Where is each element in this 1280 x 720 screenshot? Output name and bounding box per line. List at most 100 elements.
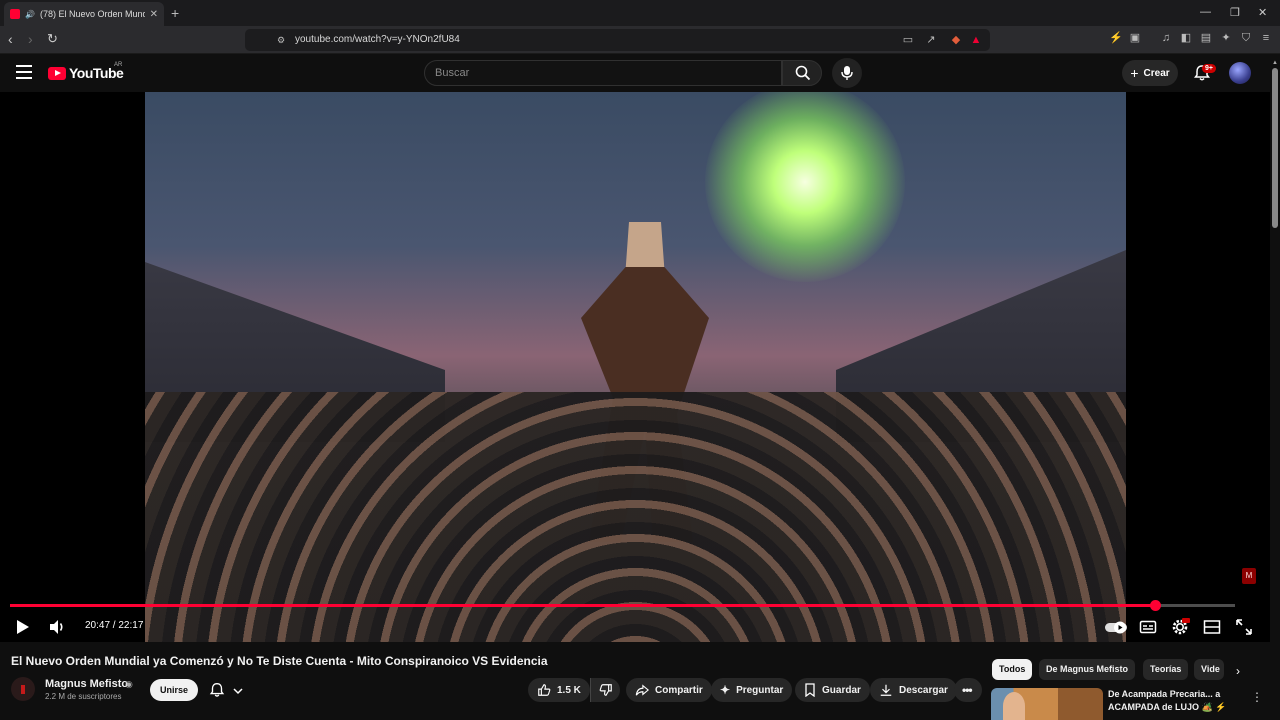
progress-bar-fill: [10, 604, 1156, 607]
bell-icon: [209, 683, 225, 697]
fullscreen-icon[interactable]: [1234, 617, 1254, 637]
download-button[interactable]: Descargar: [870, 678, 957, 702]
chip-teorias[interactable]: Teorías: [1143, 659, 1189, 680]
more-horizontal-icon: •••: [962, 683, 973, 697]
screenshot-icon[interactable]: ▣: [1129, 32, 1141, 44]
subscription-notifications-button[interactable]: [208, 680, 248, 700]
chevron-right-icon[interactable]: ›: [1236, 664, 1240, 678]
progress-bar[interactable]: [10, 600, 1235, 611]
microphone-icon: [841, 66, 853, 80]
subtitles-icon[interactable]: [1138, 617, 1158, 637]
browser-toolbar: ‹ › ↻ ⌑ ⚙ youtube.com/watch?v=y-YNOn2fU8…: [0, 26, 1280, 54]
recommended-title-line-1: De Acampada Precaria... a: [1108, 689, 1221, 699]
youtube-logo[interactable]: YouTube: [48, 65, 124, 81]
search-icon: [795, 65, 811, 81]
video-frame-illustration: [145, 92, 1126, 642]
join-button[interactable]: Unirse: [150, 679, 198, 701]
scroll-up-arrow-icon[interactable]: ▲: [1272, 60, 1278, 66]
tab-close-icon[interactable]: ✕: [150, 9, 158, 20]
miniplayer-icon[interactable]: [1202, 617, 1222, 637]
subscriber-count: 2.2 M de suscriptores: [45, 692, 122, 701]
save-button[interactable]: Guardar: [795, 678, 870, 702]
tab-audio-icon[interactable]: 🔊: [25, 10, 35, 19]
voice-search-button[interactable]: [832, 58, 862, 88]
search-input[interactable]: Buscar: [424, 60, 782, 86]
back-button[interactable]: ‹: [8, 31, 13, 47]
time-display: 20:47 / 22:17: [85, 620, 144, 631]
chip-de-magnus-mefisto[interactable]: De Magnus Mefisto: [1039, 659, 1136, 680]
autoplay-toggle[interactable]: [1104, 617, 1128, 637]
more-actions-button[interactable]: •••: [954, 678, 982, 702]
video-title: El Nuevo Orden Mundial ya Comenzó y No T…: [11, 654, 548, 668]
search-placeholder: Buscar: [435, 67, 470, 79]
youtube-favicon-icon: [10, 9, 20, 19]
sparkle-icon: ✦: [720, 683, 731, 697]
ai-assistant-icon[interactable]: ✦: [1220, 32, 1232, 44]
extensions-icon[interactable]: ⚡: [1109, 32, 1123, 44]
tab-title: (78) El Nuevo Orden Mundial: [39, 9, 145, 19]
reload-button[interactable]: ↻: [47, 31, 58, 47]
chip-todos[interactable]: Todos: [992, 659, 1033, 680]
share-button[interactable]: Compartir: [626, 678, 712, 702]
recommended-thumbnail[interactable]: [991, 688, 1103, 720]
maximize-window-button[interactable]: ❐: [1230, 6, 1240, 19]
chip-videos[interactable]: Vide: [1194, 659, 1224, 680]
site-info-icon[interactable]: ⚙: [275, 34, 287, 46]
page-scrollbar[interactable]: [1270, 54, 1280, 720]
youtube-masthead: YouTube AR Buscar + Crear 9+: [0, 54, 1280, 92]
search-button[interactable]: [782, 60, 822, 86]
vpn-icon[interactable]: ⛉: [1240, 32, 1252, 44]
wallet-icon[interactable]: ▤: [1200, 32, 1212, 44]
new-tab-button[interactable]: +: [171, 5, 179, 21]
channel-name[interactable]: Magnus Mefisto: [45, 678, 128, 690]
progress-scrubber-handle[interactable]: [1150, 600, 1162, 611]
glowing-pyramid-illustration: [705, 92, 905, 282]
like-count: 1.5 K: [557, 684, 581, 696]
recommended-more-icon[interactable]: ⋮: [1251, 690, 1263, 704]
thumbs-up-icon: [538, 684, 551, 696]
create-label: Crear: [1143, 67, 1170, 79]
sidebar-icon[interactable]: ◧: [1180, 32, 1192, 44]
plus-icon: +: [1130, 65, 1139, 81]
channel-avatar[interactable]: [11, 677, 35, 701]
verified-badge-icon: ◉: [125, 679, 133, 689]
guide-menu-icon[interactable]: [16, 65, 32, 79]
player-controls: 20:47 / 22:17: [0, 612, 1270, 642]
cast-icon[interactable]: ▭: [902, 34, 914, 46]
music-icon[interactable]: ♫: [1160, 32, 1172, 44]
video-player[interactable]: M 20:47 / 22:17: [0, 92, 1270, 642]
forward-button[interactable]: ›: [28, 31, 33, 47]
recommended-title-line-2: ACAMPADA de LUJO 🏕️ ⚡: [1108, 702, 1227, 712]
user-avatar[interactable]: [1229, 62, 1251, 84]
notifications-count-badge: 9+: [1202, 64, 1216, 73]
ask-label: Preguntar: [736, 684, 784, 696]
browser-menu-icon[interactable]: ≡: [1260, 32, 1272, 44]
close-window-button[interactable]: ✕: [1258, 6, 1267, 19]
thumbs-down-icon: [599, 684, 612, 696]
recommended-title[interactable]: De Acampada Precaria... a ACAMPADA de LU…: [1108, 688, 1248, 714]
scrollbar-thumb[interactable]: [1272, 68, 1278, 228]
dislike-button[interactable]: [590, 678, 620, 702]
chevron-down-icon: [233, 688, 243, 695]
thumbnail-face-illustration: [1003, 692, 1025, 720]
volume-icon[interactable]: [47, 617, 67, 637]
channel-watermark[interactable]: M: [1242, 568, 1256, 584]
share-icon: [635, 684, 649, 696]
address-bar[interactable]: ⚙ youtube.com/watch?v=y-YNOn2fU84 ▭ ↗ ◆ …: [245, 29, 990, 51]
rewards-icon[interactable]: ▲: [970, 34, 982, 46]
like-button[interactable]: 1.5 K: [528, 678, 590, 702]
url-text: youtube.com/watch?v=y-YNOn2fU84: [295, 34, 460, 45]
region-code: AR: [114, 62, 123, 68]
share-label: Compartir: [655, 684, 703, 696]
youtube-play-icon: [48, 66, 66, 80]
play-icon[interactable]: [12, 617, 32, 637]
settings-gear-icon[interactable]: [1170, 617, 1190, 637]
brave-shield-icon[interactable]: ◆: [950, 34, 962, 46]
download-label: Descargar: [899, 684, 948, 696]
browser-tab-strip: 🔊 (78) El Nuevo Orden Mundial ✕ + — ❐ ✕: [0, 0, 1280, 26]
minimize-window-button[interactable]: —: [1200, 6, 1211, 18]
browser-tab[interactable]: 🔊 (78) El Nuevo Orden Mundial ✕: [4, 2, 164, 26]
create-button[interactable]: + Crear: [1122, 60, 1178, 86]
ask-button[interactable]: ✦ Preguntar: [711, 678, 793, 702]
share-page-icon[interactable]: ↗: [925, 34, 937, 46]
